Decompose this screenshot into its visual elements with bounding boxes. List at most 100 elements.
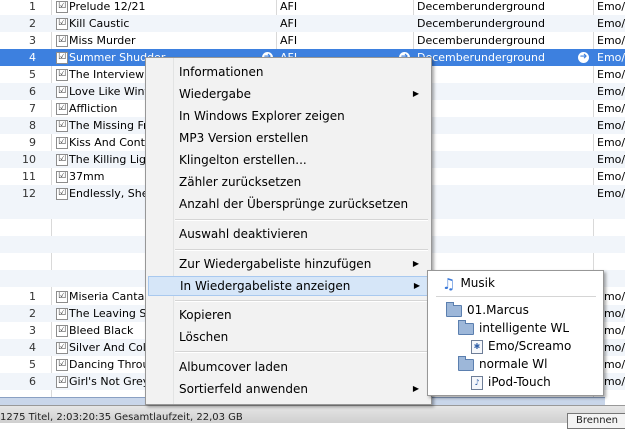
- table-row[interactable]: 3 ☑Miss Murder AFI Decemberunderground Emo/S: [0, 32, 625, 49]
- menu-item-label: Albumcover laden: [179, 360, 288, 374]
- track-checkbox[interactable]: ☑: [56, 52, 68, 64]
- track-checkbox[interactable]: ☑: [56, 86, 68, 98]
- menu-item-create-ringtone[interactable]: Klingelton erstellen...: [148, 150, 429, 170]
- menu-item-reset-skips[interactable]: Anzahl der Übersprünge zurücksetzen: [148, 194, 429, 214]
- track-artist: AFI: [280, 0, 298, 13]
- submenu-item-label: intelligente WL: [479, 321, 570, 335]
- track-checkbox[interactable]: ☑: [56, 171, 68, 183]
- track-number: 1: [29, 290, 36, 303]
- folder-icon: [458, 355, 474, 371]
- track-number: 8: [29, 119, 36, 132]
- submenu-item-01-marcus[interactable]: 01.Marcus: [446, 301, 529, 319]
- track-checkbox[interactable]: ☑: [56, 376, 68, 388]
- track-number: 4: [29, 341, 36, 354]
- playlist-submenu: ♫ Musik 01.Marcus intelligente WL ✱ Emo/Sc…: [427, 270, 604, 396]
- burn-button[interactable]: Brennen: [567, 413, 625, 429]
- track-number: 7: [29, 102, 36, 115]
- track-album: Decemberunderground: [417, 0, 545, 13]
- menu-item-wiedergabe[interactable]: Wiedergabe ▶: [148, 84, 429, 104]
- menu-item-add-to-playlist[interactable]: Zur Wiedergabeliste hinzufügen ▶: [148, 254, 429, 274]
- menu-item-label: In Windows Explorer zeigen: [179, 109, 345, 123]
- track-checkbox[interactable]: ☑: [56, 35, 68, 47]
- track-number: 6: [29, 85, 36, 98]
- track-checkbox[interactable]: ☑: [56, 359, 68, 371]
- submenu-item-normale-wl[interactable]: normale Wl: [458, 355, 547, 373]
- track-artist: AFI: [280, 17, 298, 30]
- track-number: 12: [22, 187, 36, 200]
- track-genre: Emo/S: [597, 0, 625, 13]
- table-row[interactable]: 2 ☑ Kill Caustic AFI Decemberunderground Emo/…: [0, 15, 625, 32]
- track-number: 5: [29, 68, 36, 81]
- arrow-link-icon[interactable]: ➜: [578, 52, 589, 63]
- menu-item-label: In Wiedergabeliste anzeigen: [180, 279, 351, 293]
- track-album: [417, 168, 587, 185]
- menu-item-label: Löschen: [179, 330, 229, 344]
- track-album: [417, 100, 587, 117]
- menu-item-apply-sort-field[interactable]: Sortierfeld anwenden ▶: [148, 379, 429, 399]
- track-checkbox[interactable]: ☑: [56, 154, 68, 166]
- track-checkbox[interactable]: ☑: [56, 188, 68, 200]
- submenu-item-musik[interactable]: ♫ Musik: [442, 274, 495, 293]
- menu-item-load-artwork[interactable]: Albumcover laden: [148, 357, 429, 377]
- submenu-item-emo-screamo[interactable]: ✱ Emo/Screamo: [471, 337, 571, 355]
- menu-item-create-mp3[interactable]: MP3 Version erstellen: [148, 128, 429, 148]
- submenu-arrow-icon: ▶: [412, 384, 419, 393]
- track-name: Miss Murder: [69, 34, 136, 47]
- track-number: 2: [29, 17, 36, 30]
- track-checkbox[interactable]: ☑: [56, 291, 68, 303]
- submenu-item-ipod-touch[interactable]: ♪ iPod-Touch: [471, 373, 551, 391]
- menu-separator: [436, 296, 596, 297]
- menu-item-show-in-playlist[interactable]: In Wiedergabeliste anzeigen ▶: [148, 276, 431, 296]
- track-number: 1: [29, 0, 36, 13]
- track-number: 3: [29, 34, 36, 47]
- track-checkbox[interactable]: ☑: [56, 325, 68, 337]
- menu-item-label: Zähler zurücksetzen: [179, 175, 302, 189]
- submenu-item-label: Musik: [460, 276, 495, 290]
- context-menu: Informationen Wiedergabe ▶ In Windows Exp…: [145, 57, 432, 405]
- track-name: Prelude 12/21: [69, 0, 146, 13]
- track-album: [417, 134, 587, 151]
- table-row[interactable]: 1 ☑ Prelude 12/21 AFI Decemberunderground Emo…: [0, 0, 625, 15]
- submenu-item-label: normale Wl: [479, 357, 548, 371]
- status-bar: 1275 Titel, 2:03:20:35 Gesamtlaufzeit, 2…: [0, 405, 625, 429]
- menu-item-delete[interactable]: Löschen: [148, 327, 429, 347]
- submenu-item-label: 01.Marcus: [467, 303, 529, 317]
- track-checkbox[interactable]: ☑: [56, 69, 68, 81]
- menu-separator: [175, 219, 428, 221]
- menu-item-reset-playcount[interactable]: Zähler zurücksetzen: [148, 172, 429, 192]
- track-checkbox[interactable]: ☑: [56, 308, 68, 320]
- menu-item-informationen[interactable]: Informationen: [148, 62, 429, 82]
- smart-playlist-icon: ✱: [471, 339, 483, 354]
- track-genre: Emo/S: [597, 34, 625, 47]
- track-genre: Emo/S: [597, 136, 625, 149]
- track-album: [417, 117, 587, 134]
- track-checkbox[interactable]: ☑: [56, 18, 68, 30]
- track-checkbox[interactable]: ☑: [56, 137, 68, 149]
- track-genre: Emo/S: [597, 85, 625, 98]
- menu-item-label: Zur Wiedergabeliste hinzufügen: [179, 257, 372, 271]
- menu-item-label: Auswahl deaktivieren: [179, 227, 308, 241]
- submenu-item-label: iPod-Touch: [488, 375, 551, 389]
- submenu-item-intelligente-wl[interactable]: intelligente WL: [458, 319, 569, 337]
- track-genre: Emo/S: [597, 153, 625, 166]
- menu-item-uncheck-selection[interactable]: Auswahl deaktivieren: [148, 224, 429, 244]
- folder-icon: [446, 301, 462, 317]
- track-genre: Emo/S: [597, 17, 625, 30]
- track-checkbox[interactable]: ☑: [56, 1, 68, 13]
- menu-item-copy[interactable]: Kopieren: [148, 305, 429, 325]
- track-album: Decemberunderground: [417, 51, 545, 64]
- track-number: 4: [29, 51, 36, 64]
- track-number: 2: [29, 307, 36, 320]
- track-checkbox[interactable]: ☑: [56, 103, 68, 115]
- menu-item-label: Klingelton erstellen...: [179, 153, 307, 167]
- track-number: 3: [29, 324, 36, 337]
- track-checkbox[interactable]: ☑: [56, 120, 68, 132]
- menu-item-show-in-explorer[interactable]: In Windows Explorer zeigen: [148, 106, 429, 126]
- track-number: 9: [29, 136, 36, 149]
- track-checkbox[interactable]: ☑: [56, 342, 68, 354]
- track-genre: Emo/S: [597, 170, 625, 183]
- track-album: [417, 83, 587, 100]
- track-number: 10: [22, 153, 36, 166]
- track-album: [417, 66, 587, 83]
- submenu-arrow-icon: ▶: [412, 259, 419, 268]
